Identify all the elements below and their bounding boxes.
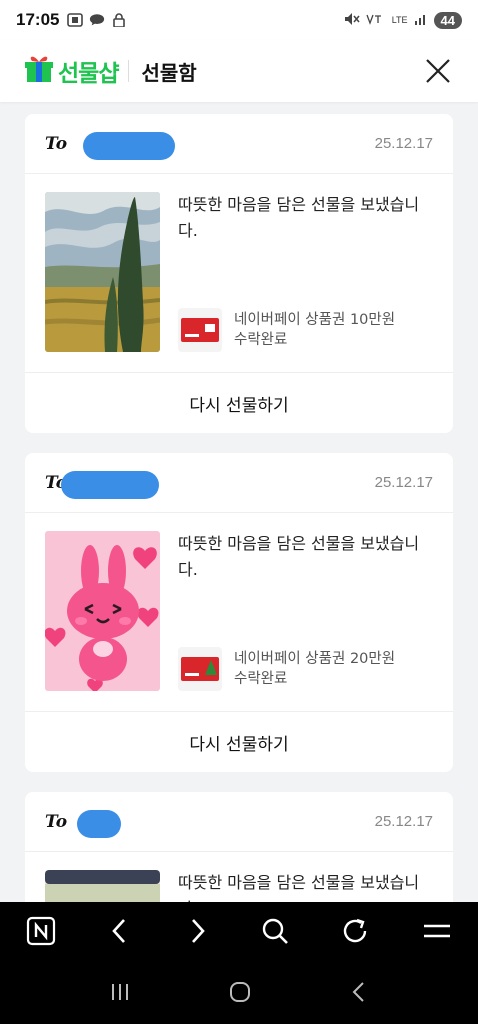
system-navigation-bar (0, 964, 478, 1024)
gift-card: To 25.12.17 따뜻한 마음을 담은 선물을 보냈습니다. 네이버페이 … (25, 453, 453, 772)
chevron-left-icon (112, 919, 126, 943)
gift-card: To 25.12.17 따뜻한 마음을 담은 선물을 보냈습니다. (25, 792, 453, 902)
naver-home-button[interactable] (26, 916, 56, 950)
regift-button[interactable]: 다시 선물하기 (25, 373, 453, 433)
logo-text: 선물샵 (58, 60, 119, 86)
gift-card: To 25.12.17 따뜻한 마음을 담은 선물을 보냈습니다. 네이버페이 … (25, 114, 453, 433)
recent-apps-button[interactable] (109, 982, 131, 1006)
regift-button[interactable]: 다시 선물하기 (25, 712, 453, 772)
gift-message: 따뜻한 마음을 담은 선물을 보냈습니다. (178, 873, 420, 902)
refresh-button[interactable] (341, 917, 369, 949)
signal-icon (414, 13, 428, 28)
app-header: 선물샵 선물함 (0, 40, 478, 102)
back-button[interactable] (108, 917, 132, 949)
close-button[interactable] (422, 55, 454, 87)
product-name: 네이버페이 상품권 10만원 (234, 312, 396, 328)
card-body[interactable]: 따뜻한 마음을 담은 선물을 보냈습니다. (25, 852, 453, 902)
back-arrow-icon (352, 982, 365, 1002)
browser-toolbar (0, 902, 478, 964)
volte-icon (366, 13, 386, 28)
recipient-redaction (77, 810, 121, 838)
lock-icon (111, 13, 127, 27)
recipient-redaction (61, 471, 159, 499)
sent-date: 25.12.17 (374, 135, 433, 152)
card-info: 따뜻한 마음을 담은 선물을 보냈습니다. 네이버페이 상품권 10만원 수락완… (178, 192, 433, 352)
mute-icon (344, 12, 360, 29)
naver-n-icon (27, 916, 56, 946)
sent-date: 25.12.17 (374, 813, 433, 830)
search-icon (262, 918, 289, 944)
status-right-icons: LTE 44 (344, 11, 462, 29)
gift-message: 따뜻한 마음을 담은 선물을 보냈습니다. (178, 534, 420, 579)
forward-button[interactable] (185, 917, 209, 949)
product-name: 네이버페이 상품권 20만원 (234, 651, 396, 667)
gift-list[interactable]: To 25.12.17 따뜻한 마음을 담은 선물을 보냈습니다. 네이버페이 … (0, 102, 478, 902)
page-title: 선물함 (141, 60, 197, 85)
card-header: To 25.12.17 (25, 114, 453, 174)
hamburger-menu-icon (423, 924, 450, 938)
status-left-icons (67, 13, 127, 27)
search-button[interactable] (261, 917, 289, 949)
gift-shop-logo[interactable]: 선물샵 (24, 54, 119, 88)
card-image (45, 870, 160, 902)
battery-indicator: 44 (433, 11, 462, 29)
card-image-bunny (45, 531, 160, 691)
card-body[interactable]: 따뜻한 마음을 담은 선물을 보냈습니다. 네이버페이 상품권 20만원 수락완… (25, 513, 453, 712)
card-info: 따뜻한 마음을 담은 선물을 보냈습니다. (178, 870, 433, 902)
chevron-right-icon (191, 919, 205, 943)
refresh-icon (344, 918, 367, 943)
gift-box-icon (24, 54, 54, 88)
sent-date: 25.12.17 (374, 474, 433, 491)
recipient-label: To (45, 133, 68, 154)
menu-button[interactable] (422, 921, 452, 945)
close-icon (426, 59, 450, 83)
system-back-button[interactable] (349, 980, 369, 1008)
recipient-redaction (83, 132, 175, 160)
recent-apps-icon (111, 984, 128, 1000)
card-header: To 25.12.17 (25, 453, 453, 513)
recipient-label: To (45, 811, 68, 832)
card-info: 따뜻한 마음을 담은 선물을 보냈습니다. 네이버페이 상품권 20만원 수락완… (178, 531, 433, 691)
home-button[interactable] (228, 980, 252, 1008)
product-summary: 네이버페이 상품권 10만원 수락완료 (178, 308, 433, 352)
status-bar: 17:05 LTE 44 (0, 0, 478, 40)
screenshot-icon (67, 13, 84, 27)
gift-status: 수락완료 (234, 332, 288, 348)
gift-card-icon (178, 647, 222, 691)
product-summary: 네이버페이 상품권 20만원 수락완료 (178, 647, 433, 691)
card-image-painting (45, 192, 160, 352)
home-icon (229, 982, 250, 1002)
gift-card-icon (178, 308, 222, 352)
header-divider (128, 60, 130, 82)
gift-message: 따뜻한 마음을 담은 선물을 보냈습니다. (178, 195, 420, 240)
talk-icon (89, 13, 105, 27)
lte-label: LTE (391, 15, 408, 25)
status-time: 17:05 (16, 10, 60, 29)
card-header: To 25.12.17 (25, 792, 453, 852)
gift-status: 수락완료 (234, 671, 288, 687)
card-body[interactable]: 따뜻한 마음을 담은 선물을 보냈습니다. 네이버페이 상품권 10만원 수락완… (25, 174, 453, 373)
